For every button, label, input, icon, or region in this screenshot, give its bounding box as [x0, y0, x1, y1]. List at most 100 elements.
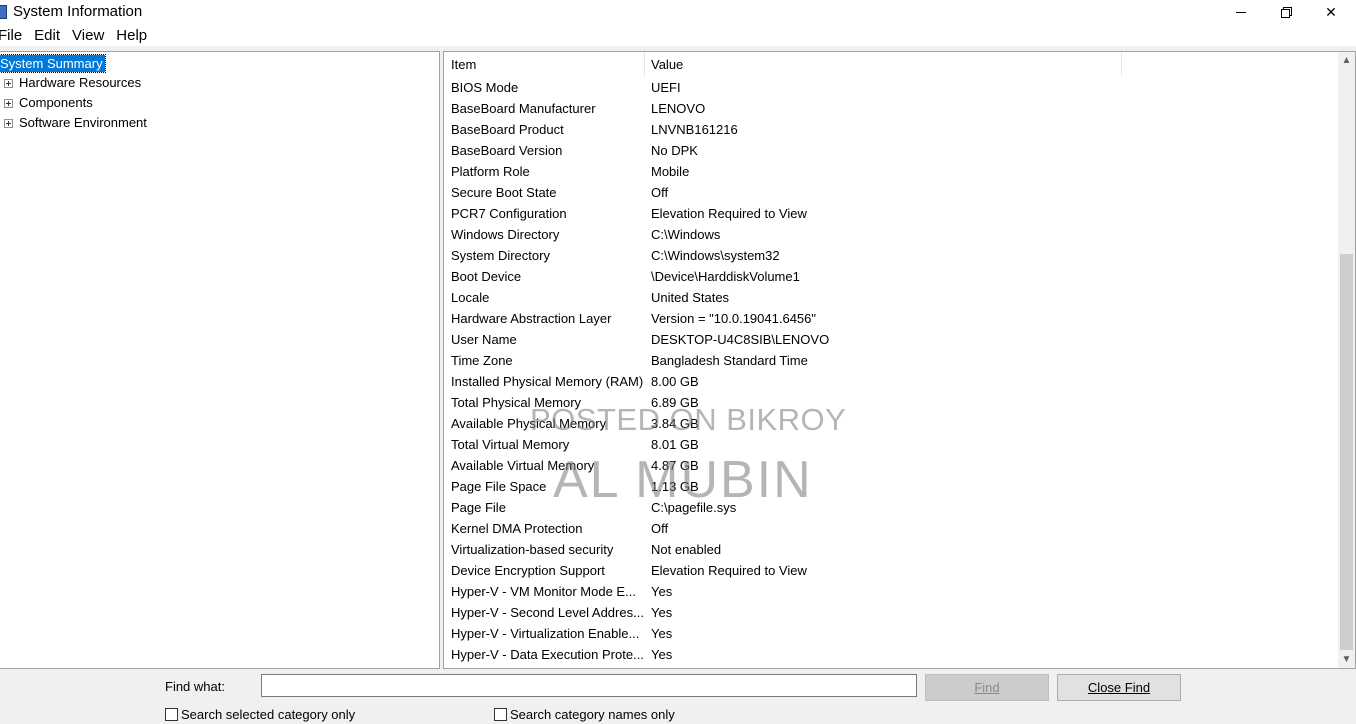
- table-row[interactable]: Kernel DMA Protection Off: [444, 518, 1336, 539]
- table-row[interactable]: System Directory C:\Windows\system32: [444, 245, 1336, 266]
- category-tree[interactable]: System Summary Hardware Resources Compon…: [0, 51, 440, 669]
- row-value-cell: Mobile: [651, 164, 690, 179]
- chevron-down-icon[interactable]: ▼: [1338, 651, 1355, 668]
- row-value-cell: Yes: [651, 647, 673, 662]
- menu-view[interactable]: View: [72, 27, 110, 44]
- table-row[interactable]: BaseBoard Manufacturer LENOVO: [444, 98, 1336, 119]
- table-row[interactable]: Page File Space 1.13 GB: [444, 476, 1336, 497]
- row-item-cell: Hardware Abstraction Layer: [451, 311, 612, 326]
- table-row[interactable]: PCR7 Configuration Elevation Required to …: [444, 203, 1336, 224]
- window-title: System Information: [13, 3, 143, 20]
- find-button-label: Find: [974, 680, 1000, 695]
- row-value-cell: Bangladesh Standard Time: [651, 353, 808, 368]
- restore-button[interactable]: [1263, 0, 1309, 24]
- table-row[interactable]: Available Virtual Memory 4.87 GB: [444, 455, 1336, 476]
- checkbox-box[interactable]: [494, 707, 507, 721]
- title-bar[interactable]: System Information ✕: [0, 0, 1356, 24]
- tree-item-hardware-resources[interactable]: Hardware Resources: [4, 74, 141, 92]
- row-item-cell: Page File Space: [451, 479, 547, 494]
- row-value-cell: Not enabled: [651, 542, 722, 557]
- table-row[interactable]: BaseBoard Product LNVNB161216: [444, 119, 1336, 140]
- row-value-cell: 8.00 GB: [651, 374, 699, 389]
- row-item-cell: Hyper-V - Data Execution Prote...: [451, 647, 644, 662]
- row-item-cell: Locale: [451, 290, 490, 305]
- close-find-button-label: Close Find: [1087, 680, 1151, 695]
- row-item-cell: Total Virtual Memory: [451, 437, 570, 452]
- details-list[interactable]: Item Value BIOS Mode UEFI BaseBoard Manufa…: [443, 51, 1356, 669]
- close-window-button[interactable]: ✕: [1308, 0, 1354, 24]
- chevron-up-icon[interactable]: ▲: [1338, 52, 1355, 69]
- row-item-cell: Windows Directory: [451, 227, 560, 242]
- column-header-value[interactable]: Value: [644, 52, 1122, 76]
- minimize-button[interactable]: [1218, 0, 1264, 24]
- row-item-cell: Secure Boot State: [451, 185, 557, 200]
- system-information-icon: [0, 5, 7, 19]
- row-value-cell: DESKTOP-U4C8SIB\LENOVO: [651, 332, 830, 347]
- table-row[interactable]: Time Zone Bangladesh Standard Time: [444, 350, 1336, 371]
- table-row[interactable]: Total Physical Memory 6.89 GB: [444, 392, 1336, 413]
- menu-edit[interactable]: Edit: [34, 27, 66, 44]
- table-row[interactable]: Hyper-V - Virtualization Enable... Yes: [444, 623, 1336, 644]
- table-row[interactable]: Installed Physical Memory (RAM) 8.00 GB: [444, 371, 1336, 392]
- close-find-button[interactable]: Close Find: [1057, 674, 1181, 701]
- checkbox-label: Search selected category only: [181, 706, 356, 722]
- row-item-cell: BIOS Mode: [451, 80, 519, 95]
- table-row[interactable]: Available Physical Memory 3.84 GB: [444, 413, 1336, 434]
- row-value-cell: 8.01 GB: [651, 437, 699, 452]
- search-category-names-checkbox[interactable]: Search category names only: [494, 706, 675, 722]
- table-row[interactable]: Virtualization-based security Not enabled: [444, 539, 1336, 560]
- table-row[interactable]: BIOS Mode UEFI: [444, 77, 1336, 98]
- row-item-cell: Installed Physical Memory (RAM): [451, 374, 644, 389]
- row-value-cell: LENOVO: [651, 101, 706, 116]
- table-row[interactable]: Hyper-V - Second Level Addres... Yes: [444, 602, 1336, 623]
- table-row[interactable]: Total Virtual Memory 8.01 GB: [444, 434, 1336, 455]
- row-value-cell: Yes: [651, 605, 673, 620]
- tree-item-system-summary[interactable]: System Summary: [0, 54, 106, 73]
- tree-item-label: Components: [19, 95, 93, 110]
- table-row[interactable]: Secure Boot State Off: [444, 182, 1336, 203]
- plus-expander-icon[interactable]: [4, 78, 13, 88]
- plus-expander-icon[interactable]: [4, 98, 13, 108]
- checkbox-label: Search category names only: [510, 706, 675, 722]
- tree-item-components[interactable]: Components: [4, 94, 93, 112]
- table-row[interactable]: Boot Device \Device\HarddiskVolume1: [444, 266, 1336, 287]
- scroll-thumb[interactable]: [1340, 254, 1353, 650]
- row-item-cell: Total Physical Memory: [451, 395, 582, 410]
- row-value-cell: C:\Windows\system32: [651, 248, 780, 263]
- row-value-cell: C:\pagefile.sys: [651, 500, 737, 515]
- table-row[interactable]: BaseBoard Version No DPK: [444, 140, 1336, 161]
- table-row[interactable]: Hyper-V - Data Execution Prote... Yes: [444, 644, 1336, 665]
- tree-item-label: Software Environment: [19, 115, 147, 130]
- tree-item-software-environment[interactable]: Software Environment: [4, 114, 147, 132]
- table-row[interactable]: Device Encryption Support Elevation Requi…: [444, 560, 1336, 581]
- row-item-cell: Available Virtual Memory: [451, 458, 595, 473]
- table-row[interactable]: User Name DESKTOP-U4C8SIB\LENOVO: [444, 329, 1336, 350]
- menu-file[interactable]: File: [0, 27, 28, 44]
- find-what-label: Find what:: [165, 679, 225, 694]
- checkbox-box[interactable]: [165, 707, 178, 721]
- row-item-cell: Hyper-V - Second Level Addres...: [451, 605, 644, 620]
- row-item-cell: Platform Role: [451, 164, 530, 179]
- find-button[interactable]: Find: [925, 674, 1049, 701]
- search-selected-category-checkbox[interactable]: Search selected category only: [165, 706, 355, 722]
- minimize-icon: [1236, 11, 1246, 13]
- table-row[interactable]: Page File C:\pagefile.sys: [444, 497, 1336, 518]
- row-value-cell: Version = "10.0.19041.6456": [651, 311, 817, 326]
- table-row[interactable]: Hardware Abstraction Layer Version = "10.…: [444, 308, 1336, 329]
- table-row[interactable]: Hyper-V - VM Monitor Mode E... Yes: [444, 581, 1336, 602]
- row-item-cell: User Name: [451, 332, 517, 347]
- row-value-cell: Off: [651, 185, 669, 200]
- column-header-item[interactable]: Item: [444, 52, 645, 76]
- row-item-cell: Hyper-V - VM Monitor Mode E...: [451, 584, 636, 599]
- table-row[interactable]: Platform Role Mobile: [444, 161, 1336, 182]
- plus-expander-icon[interactable]: [4, 118, 13, 128]
- row-value-cell: Elevation Required to View: [651, 206, 807, 221]
- row-value-cell: \Device\HarddiskVolume1: [651, 269, 800, 284]
- find-what-input[interactable]: [261, 674, 917, 697]
- row-item-cell: BaseBoard Version: [451, 143, 563, 158]
- table-row[interactable]: Windows Directory C:\Windows: [444, 224, 1336, 245]
- menu-help[interactable]: Help: [116, 27, 153, 44]
- table-row[interactable]: Locale United States: [444, 287, 1336, 308]
- list-rows: BIOS Mode UEFI BaseBoard Manufacturer LENOV…: [444, 77, 1336, 665]
- vertical-scrollbar[interactable]: ▲ ▼: [1338, 52, 1355, 668]
